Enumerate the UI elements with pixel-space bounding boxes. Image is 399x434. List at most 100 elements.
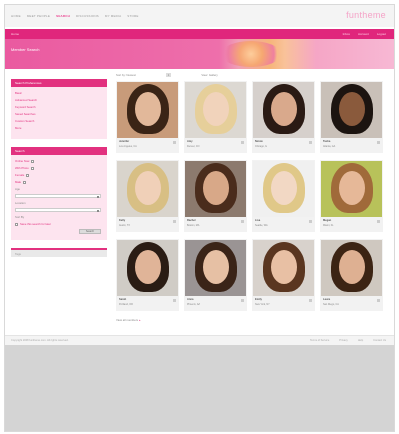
- member-card[interactable]: Lisa Seattle, WA: [252, 160, 315, 232]
- member-card[interactable]: Sarah Portland, OR: [116, 239, 179, 311]
- member-card[interactable]: Kelly Austin, TX: [116, 160, 179, 232]
- brand-logo[interactable]: funtheme: [346, 10, 386, 20]
- age-select[interactable]: [15, 194, 101, 198]
- footer-link[interactable]: Help: [358, 339, 363, 342]
- view-control[interactable]: View: Gallery: [201, 73, 217, 77]
- account-link-logout[interactable]: Logout: [377, 32, 386, 36]
- account-link-inbox[interactable]: Inbox: [343, 32, 350, 36]
- member-photo[interactable]: [117, 240, 178, 296]
- member-photo[interactable]: [321, 240, 382, 296]
- member-location: Boston, MA: [187, 224, 200, 227]
- member-photo[interactable]: [321, 82, 382, 138]
- member-name[interactable]: Laura: [323, 298, 330, 301]
- message-icon[interactable]: [377, 299, 380, 302]
- top-navigation: Home Meet People Search Discussions My Media…: [5, 5, 394, 27]
- member-card[interactable]: Amy Denver, CO: [184, 81, 247, 153]
- member-location: Los Angeles, CA: [119, 145, 137, 148]
- member-name[interactable]: Lisa: [255, 219, 260, 222]
- nav-tab-my-media[interactable]: My Media: [105, 14, 121, 18]
- member-name[interactable]: Nicole: [255, 140, 263, 143]
- member-location: Austin, TX: [119, 224, 130, 227]
- preference-link[interactable]: More: [15, 126, 103, 130]
- footer-link[interactable]: Privacy: [339, 339, 348, 342]
- age-label: Age: [15, 187, 20, 191]
- message-icon[interactable]: [241, 299, 244, 302]
- member-photo[interactable]: [117, 161, 178, 217]
- filter-checkbox[interactable]: [31, 159, 35, 163]
- footer-link[interactable]: Contact Us: [373, 339, 386, 342]
- filter-checkbox[interactable]: [26, 173, 30, 177]
- member-card[interactable]: Megan Miami, FL: [320, 160, 383, 232]
- preference-link[interactable]: Keyword Search: [15, 105, 103, 109]
- nav-tab-discussions[interactable]: Discussions: [76, 14, 99, 18]
- member-photo[interactable]: [253, 82, 314, 138]
- message-icon[interactable]: [241, 220, 244, 223]
- results-area: Sort by: Newest 1 View: Gallery Jennifer…: [112, 71, 392, 335]
- member-location: Atlanta, GA: [323, 145, 336, 148]
- preference-link[interactable]: Advanced Search: [15, 98, 103, 102]
- member-photo[interactable]: [185, 82, 246, 138]
- nav-tab-store[interactable]: Store: [127, 14, 138, 18]
- member-card[interactable]: Nicole Chicago, IL: [252, 81, 315, 153]
- filter-checkbox[interactable]: [30, 166, 34, 170]
- member-name[interactable]: Emily: [255, 298, 262, 301]
- save-search-row[interactable]: Save this search for later: [15, 222, 103, 226]
- member-location: New York, NY: [255, 303, 270, 306]
- member-card[interactable]: Rachel Boston, MA: [184, 160, 247, 232]
- member-name[interactable]: Tasha: [323, 140, 330, 143]
- message-icon[interactable]: [377, 220, 380, 223]
- save-search-checkbox[interactable]: [15, 222, 18, 226]
- page-title: Member Search: [11, 47, 40, 52]
- nav-tab-search[interactable]: Search: [56, 14, 70, 18]
- filter-checkbox[interactable]: [23, 180, 27, 184]
- member-name[interactable]: Jennifer: [119, 140, 129, 143]
- panel-title: Search Preferences: [15, 81, 42, 85]
- page-number[interactable]: 1: [165, 73, 172, 77]
- member-card[interactable]: Jennifer Los Angeles, CA: [116, 81, 179, 153]
- nav-tab-meet-people[interactable]: Meet People: [27, 14, 50, 18]
- preference-link[interactable]: Basic: [15, 91, 103, 95]
- filter-row[interactable]: Online Now: [15, 159, 103, 163]
- member-photo[interactable]: [185, 161, 246, 217]
- preference-link[interactable]: Saved Searches: [15, 112, 103, 116]
- member-name[interactable]: Rachel: [187, 219, 196, 222]
- location-select[interactable]: [15, 208, 101, 212]
- message-icon[interactable]: [309, 141, 312, 144]
- footer-link[interactable]: Terms of Service: [310, 339, 329, 342]
- location-label: Location: [15, 201, 26, 205]
- message-icon[interactable]: [309, 220, 312, 223]
- message-icon[interactable]: [241, 141, 244, 144]
- member-card[interactable]: Emily New York, NY: [252, 239, 315, 311]
- filter-row[interactable]: With Photo: [15, 166, 103, 170]
- member-photo[interactable]: [253, 240, 314, 296]
- member-card[interactable]: Anna Phoenix, AZ: [184, 239, 247, 311]
- search-button[interactable]: Search: [79, 229, 101, 234]
- message-icon[interactable]: [173, 299, 176, 302]
- member-name[interactable]: Anna: [187, 298, 193, 301]
- member-photo[interactable]: [321, 161, 382, 217]
- member-name[interactable]: Megan: [323, 219, 331, 222]
- member-card[interactable]: Tasha Atlanta, GA: [320, 81, 383, 153]
- message-icon[interactable]: [377, 141, 380, 144]
- footer: Copyright 2008 funtheme.com. All rights …: [5, 335, 394, 345]
- member-name[interactable]: Amy: [187, 140, 193, 143]
- member-photo[interactable]: [253, 161, 314, 217]
- member-card[interactable]: Laura San Diego, CA: [320, 239, 383, 311]
- preference-link[interactable]: Custom Search: [15, 119, 103, 123]
- sort-control[interactable]: Sort by: Newest: [116, 73, 136, 77]
- message-icon[interactable]: [173, 141, 176, 144]
- account-link-account[interactable]: Account: [358, 32, 369, 36]
- home-link[interactable]: Home: [11, 32, 19, 36]
- member-photo[interactable]: [185, 240, 246, 296]
- member-name[interactable]: Kelly: [119, 219, 125, 222]
- panel-header: Search: [11, 147, 107, 155]
- view-all-link[interactable]: View all members »: [116, 318, 140, 322]
- message-icon[interactable]: [309, 299, 312, 302]
- nav-tab-home[interactable]: Home: [11, 14, 21, 18]
- member-photo[interactable]: [117, 82, 178, 138]
- filter-row[interactable]: Female: [15, 173, 103, 177]
- filter-row[interactable]: Male: [15, 180, 103, 184]
- member-name[interactable]: Sarah: [119, 298, 126, 301]
- message-icon[interactable]: [173, 220, 176, 223]
- sidebar: Search Preferences Basic Advanced Search K…: [11, 79, 107, 257]
